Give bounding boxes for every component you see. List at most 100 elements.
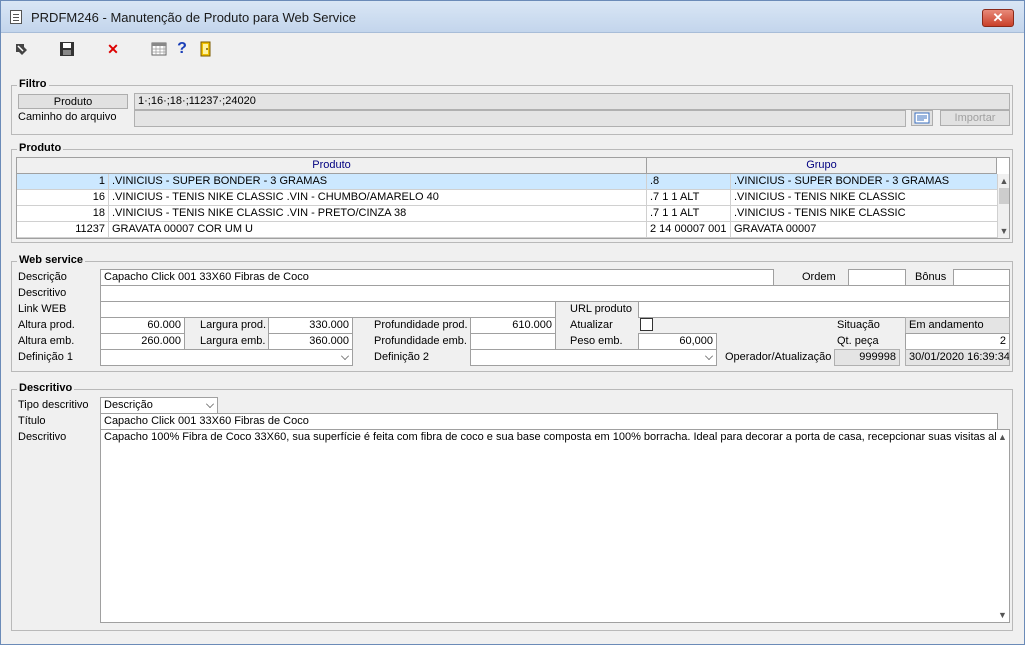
produto-legend: Produto	[17, 142, 64, 154]
titulo-field[interactable]: Capacho Click 001 33X60 Fibras de Coco	[100, 413, 998, 430]
descritivo-label: Descritivo	[18, 287, 67, 299]
scroll-up-icon[interactable]: ▲	[996, 430, 1009, 444]
largura-prod-field[interactable]: 330.000	[268, 317, 353, 334]
profundidade-emb-label: Profundidade emb.	[374, 335, 467, 347]
tipo-descritivo-select[interactable]: Descrição	[100, 397, 218, 414]
row-description: .VINICIUS - SUPER BONDER - 3 GRAMAS	[109, 174, 647, 190]
row-description: .VINICIUS - TENIS NIKE CLASSIC .VIN - CH…	[109, 190, 647, 206]
definicao-1-select[interactable]	[100, 349, 353, 366]
save-icon[interactable]	[57, 39, 77, 59]
situacao-field: Em andamento	[905, 317, 1010, 334]
grid-scrollbar[interactable]: ▲ ▼	[997, 174, 1009, 238]
table-row[interactable]: 16 .VINICIUS - TENIS NIKE CLASSIC .VIN -…	[17, 190, 999, 206]
largura-prod-label: Largura prod.	[200, 319, 267, 331]
profundidade-emb-field[interactable]	[470, 333, 556, 350]
descritivo-textarea[interactable]: Capacho 100% Fibra de Coco 33X60, sua su…	[100, 429, 1010, 623]
scroll-up-icon[interactable]: ▲	[998, 174, 1009, 188]
row-code: 16	[17, 190, 109, 206]
definicao-2-select[interactable]	[470, 349, 717, 366]
delete-icon[interactable]: ✕	[103, 39, 123, 59]
scroll-down-icon[interactable]: ▼	[998, 224, 1009, 238]
produto-filter-button[interactable]: Produto	[18, 94, 128, 109]
altura-emb-field[interactable]: 260.000	[100, 333, 185, 350]
bonus-field[interactable]	[953, 269, 1010, 286]
tipo-descritivo-value: Descrição	[104, 399, 153, 411]
table-row[interactable]: 11237 GRAVATA 00007 COR UM U 2 14 00007 …	[17, 222, 999, 238]
descritivo-group: Descritivo Tipo descritivo Descrição Tít…	[11, 382, 1013, 631]
definicao-1-label: Definição 1	[18, 351, 74, 363]
webservice-legend: Web service	[17, 254, 86, 266]
descritivo-legend: Descritivo	[17, 382, 75, 394]
row-group-code: .7 1 1 ALT	[647, 206, 731, 222]
bonus-label: Bônus	[915, 271, 947, 283]
situacao-label: Situação	[837, 319, 880, 331]
peso-emb-field[interactable]: 60,000	[638, 333, 717, 350]
largura-emb-label: Largura emb.	[200, 335, 266, 347]
link-web-field[interactable]	[100, 301, 556, 318]
ordem-field[interactable]	[848, 269, 906, 286]
tipo-descritivo-label: Tipo descritivo	[18, 399, 89, 411]
row-group-code: .7 1 1 ALT	[647, 190, 731, 206]
door-icon[interactable]	[196, 39, 216, 59]
close-button[interactable]: ✕	[982, 9, 1014, 27]
definicao-2-label: Definição 2	[374, 351, 430, 363]
document-icon	[10, 10, 22, 24]
profundidade-prod-label: Profundidade prod.	[374, 319, 468, 331]
row-code: 1	[17, 174, 109, 190]
altura-prod-label: Altura prod.	[18, 319, 75, 331]
filtro-legend: Filtro	[17, 78, 49, 90]
window-title: PRDFM246 - Manutenção de Produto para We…	[31, 10, 356, 25]
toolbar: ✕ ?	[7, 36, 1019, 62]
altura-prod-field[interactable]: 60.000	[100, 317, 185, 334]
importar-button[interactable]: Importar	[940, 110, 1010, 126]
descritivo-text-label: Descritivo	[18, 431, 67, 443]
descritivo-text: Capacho 100% Fibra de Coco 33X60, sua su…	[104, 431, 1003, 443]
caminho-field[interactable]	[134, 110, 906, 127]
row-group-code: .8	[647, 174, 731, 190]
exit-icon[interactable]	[11, 39, 31, 59]
altura-emb-label: Altura emb.	[18, 335, 75, 347]
column-header-produto[interactable]: Produto	[17, 158, 647, 174]
row-description: GRAVATA 00007 COR UM U	[109, 222, 647, 238]
qt-peca-label: Qt. peça	[837, 335, 879, 347]
largura-emb-field[interactable]: 360.000	[268, 333, 353, 350]
descricao-field[interactable]: Capacho Click 001 33X60 Fibras de Coco	[100, 269, 774, 286]
url-produto-field[interactable]	[638, 301, 1010, 318]
operador-field: 999998	[834, 349, 900, 366]
ordem-label: Ordem	[802, 271, 836, 283]
column-header-grupo[interactable]: Grupo	[647, 158, 997, 174]
url-produto-label: URL produto	[570, 303, 632, 315]
operador-label: Operador/Atualização	[725, 351, 832, 363]
scroll-thumb[interactable]	[999, 188, 1009, 204]
help-icon[interactable]: ?	[172, 39, 192, 59]
scroll-down-icon[interactable]: ▼	[996, 608, 1009, 622]
produto-group: Produto Produto Grupo 1 .VINICIUS - SUPE…	[11, 142, 1013, 243]
descritivo-scrollbar[interactable]: ▲ ▼	[996, 430, 1009, 622]
row-group-description: .VINICIUS - SUPER BONDER - 3 GRAMAS	[731, 174, 999, 190]
profundidade-prod-field[interactable]: 610.000	[470, 317, 556, 334]
produto-grid: Produto Grupo 1 .VINICIUS - SUPER BONDER…	[16, 157, 1010, 239]
row-group-code: 2 14 00007 001	[647, 222, 731, 238]
table-row[interactable]: 1 .VINICIUS - SUPER BONDER - 3 GRAMAS .8…	[17, 174, 999, 190]
row-description: .VINICIUS - TENIS NIKE CLASSIC .VIN - PR…	[109, 206, 647, 222]
atualizar-label: Atualizar	[570, 319, 613, 331]
titulo-label: Título	[18, 415, 46, 427]
filtro-group: Filtro Produto 1·;16·;18·;11237·;24020 C…	[11, 78, 1013, 135]
webservice-group: Web service Descrição Capacho Click 001 …	[11, 254, 1013, 372]
chevron-down-icon	[206, 400, 214, 408]
row-group-description: .VINICIUS - TENIS NIKE CLASSIC	[731, 206, 999, 222]
descritivo-field[interactable]	[100, 285, 1010, 302]
link-web-label: Link WEB	[18, 303, 67, 315]
table-row[interactable]: 18 .VINICIUS - TENIS NIKE CLASSIC .VIN -…	[17, 206, 999, 222]
qt-peca-field[interactable]: 2	[905, 333, 1010, 350]
title-bar: PRDFM246 - Manutenção de Produto para We…	[1, 1, 1024, 33]
produto-filter-field[interactable]: 1·;16·;18·;11237·;24020	[134, 93, 1010, 110]
calendar-icon[interactable]	[149, 39, 169, 59]
browse-file-button[interactable]	[911, 110, 933, 126]
peso-emb-label: Peso emb.	[570, 335, 623, 347]
atualizar-checkbox[interactable]	[640, 318, 653, 331]
chevron-down-icon	[705, 352, 713, 360]
row-group-description: .VINICIUS - TENIS NIKE CLASSIC	[731, 190, 999, 206]
chevron-down-icon	[341, 352, 349, 360]
row-group-description: GRAVATA 00007	[731, 222, 999, 238]
